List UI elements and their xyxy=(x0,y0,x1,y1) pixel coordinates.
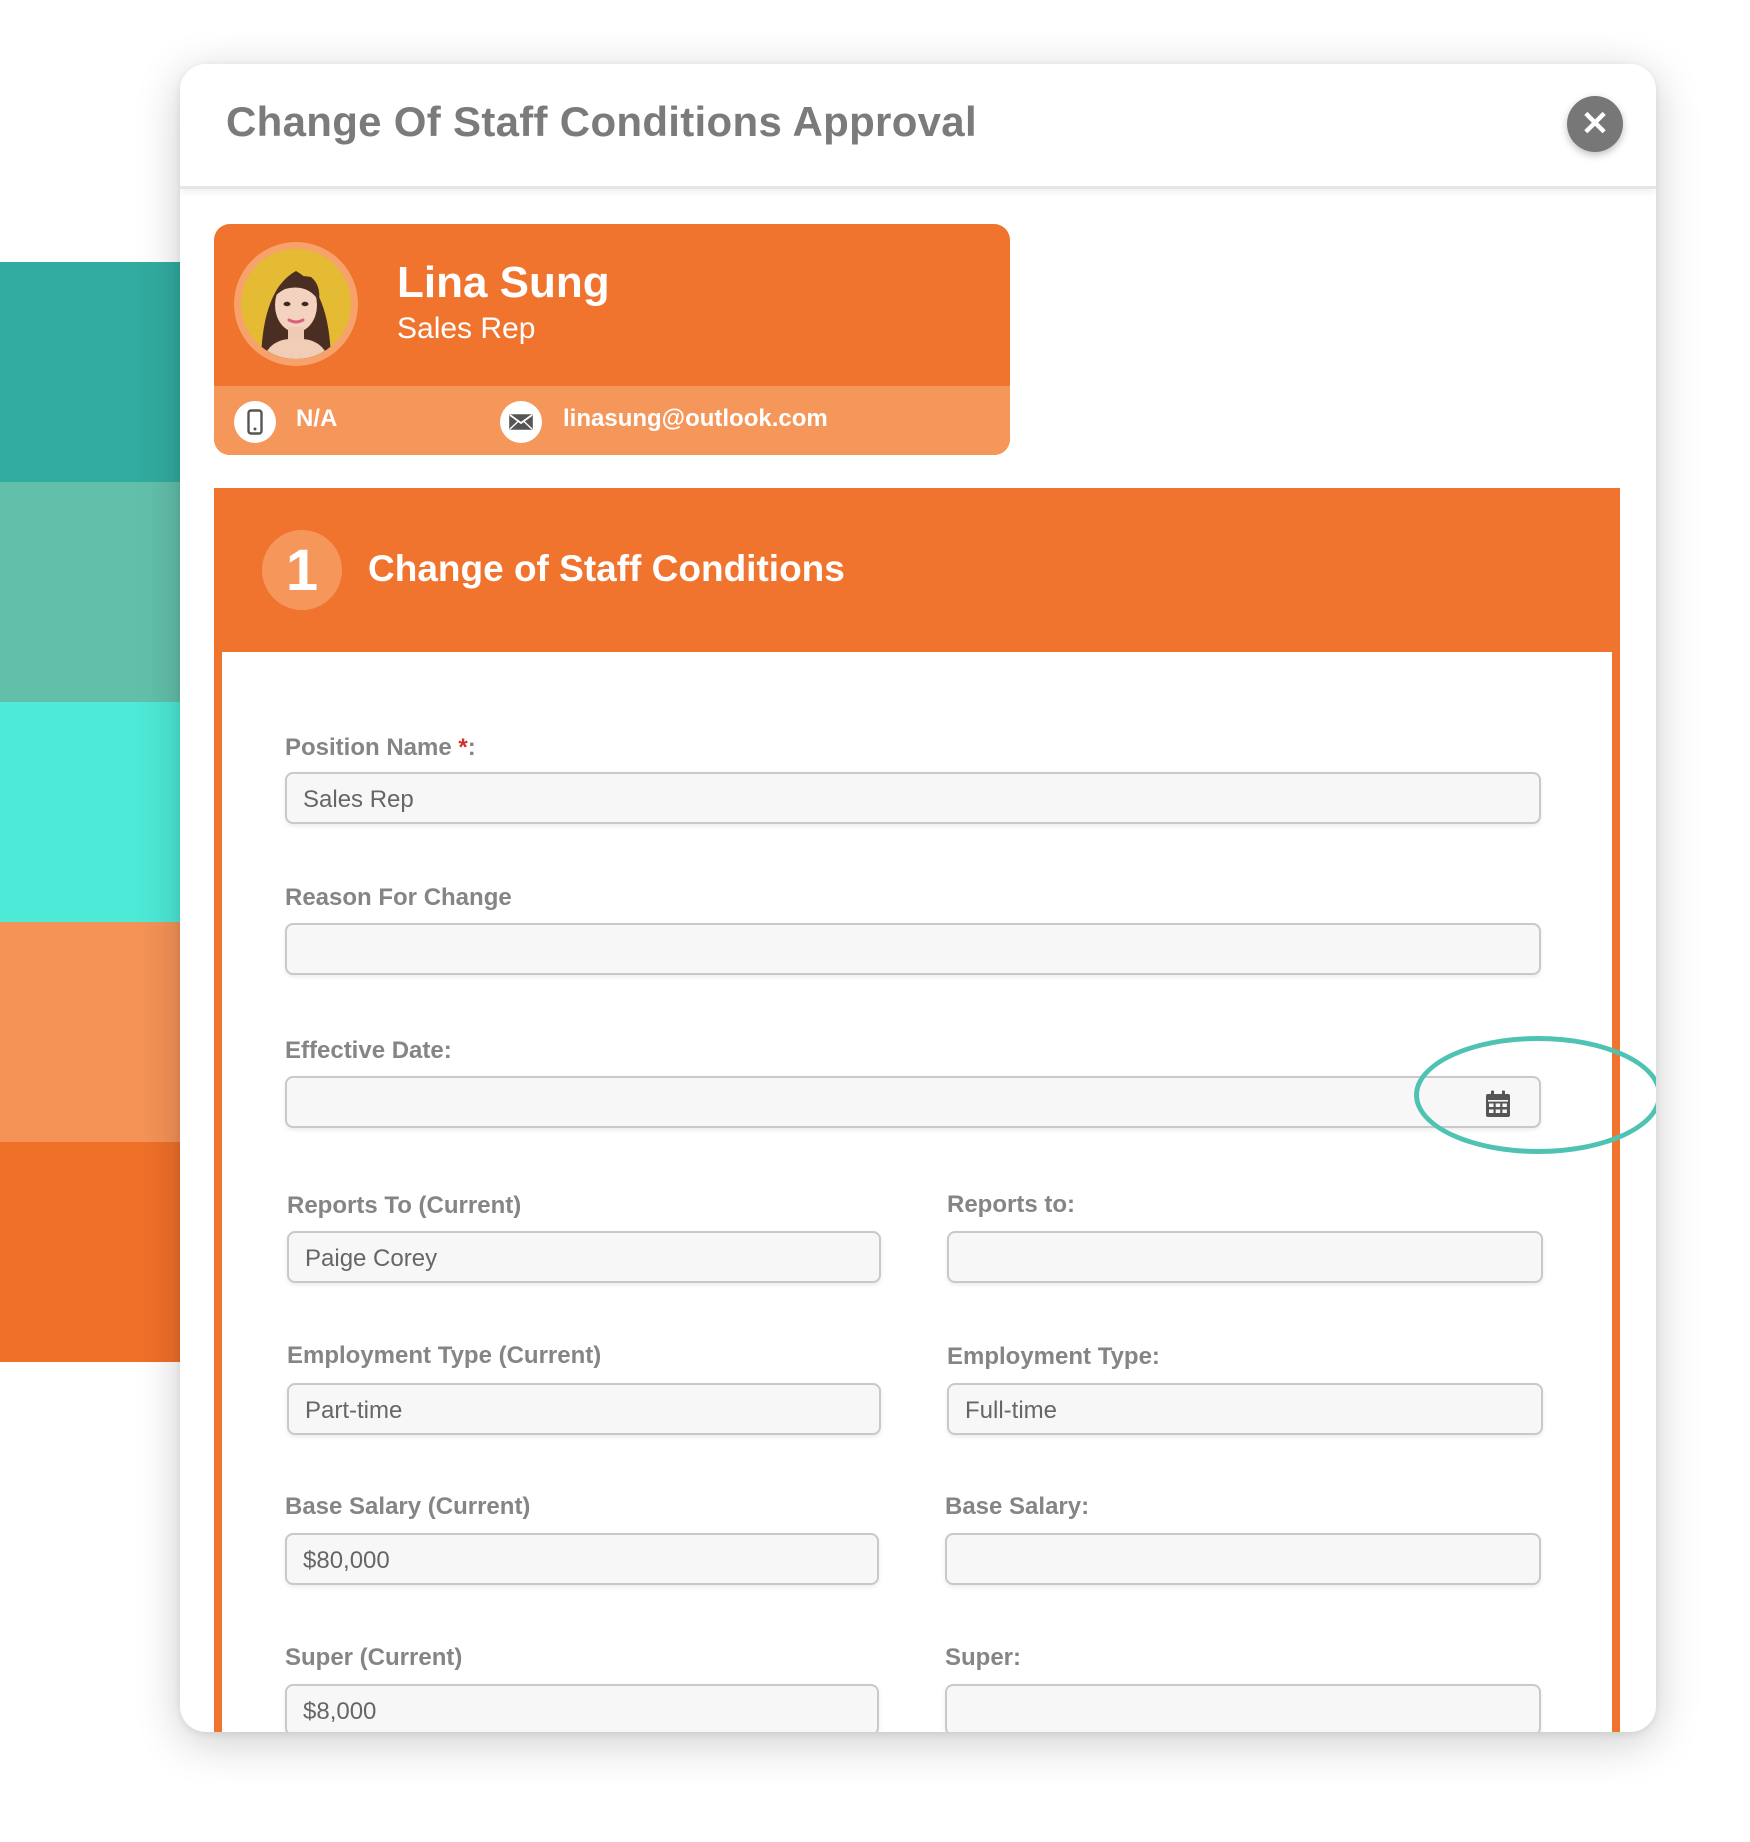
reports-to-current-input[interactable]: Paige Corey xyxy=(287,1231,881,1283)
super-input[interactable] xyxy=(945,1684,1541,1732)
staff-conditions-section: 1 Change of Staff Conditions Position Na… xyxy=(214,488,1656,1732)
section-title: Change of Staff Conditions xyxy=(368,548,845,589)
profile-phone: N/A xyxy=(296,405,338,432)
step-number: 1 xyxy=(262,530,342,610)
mobile-phone-icon xyxy=(234,401,276,443)
employment-type-input[interactable]: Full-time xyxy=(947,1383,1543,1435)
stripe-teal-mid xyxy=(0,482,180,702)
profile-card: Lina Sung Sales Rep N/A linasung@outlook… xyxy=(214,224,1010,455)
position-name-label: Position Name *: xyxy=(285,734,476,761)
avatar xyxy=(234,242,358,366)
contact-bar: N/A linasung@outlook.com xyxy=(214,386,1010,455)
base-salary-input[interactable] xyxy=(945,1533,1541,1585)
employment-type-label: Employment Type: xyxy=(947,1343,1160,1370)
stripe-aqua xyxy=(0,702,180,922)
close-icon: ✕ xyxy=(1580,105,1610,143)
close-button[interactable]: ✕ xyxy=(1567,96,1623,152)
approval-modal: Change Of Staff Conditions Approval ✕ Li… xyxy=(180,64,1656,1732)
section-form: Position Name *: Sales Rep Reason For Ch… xyxy=(222,652,1656,1732)
reports-to-current-label: Reports To (Current) xyxy=(287,1192,522,1219)
reason-for-change-label: Reason For Change xyxy=(285,884,512,911)
section-header: 1 Change of Staff Conditions xyxy=(214,488,1620,652)
effective-date-label: Effective Date: xyxy=(285,1037,452,1064)
employment-type-current-input[interactable]: Part-time xyxy=(287,1383,881,1435)
decorative-color-stripes xyxy=(0,262,180,1362)
base-salary-current-label: Base Salary (Current) xyxy=(285,1493,531,1520)
employment-type-current-label: Employment Type (Current) xyxy=(287,1342,602,1369)
super-current-label: Super (Current) xyxy=(285,1644,463,1671)
modal-title: Change Of Staff Conditions Approval xyxy=(226,98,977,145)
modal-header: Change Of Staff Conditions Approval ✕ xyxy=(180,64,1656,189)
stripe-teal-dark xyxy=(0,262,180,482)
calendar-icon[interactable] xyxy=(1485,1090,1511,1118)
position-name-input[interactable]: Sales Rep xyxy=(285,772,1541,824)
profile-role: Sales Rep xyxy=(397,312,536,345)
base-salary-current-input[interactable]: $80,000 xyxy=(285,1533,879,1585)
base-salary-label: Base Salary: xyxy=(945,1493,1090,1520)
envelope-icon xyxy=(500,401,542,443)
avatar-photo xyxy=(241,249,351,359)
super-label: Super: xyxy=(945,1644,1022,1671)
profile-email[interactable]: linasung@outlook.com xyxy=(563,405,828,433)
effective-date-input[interactable] xyxy=(285,1076,1541,1128)
stripe-orange xyxy=(0,1142,180,1362)
profile-name: Lina Sung xyxy=(397,258,610,307)
super-current-input[interactable]: $8,000 xyxy=(285,1684,879,1732)
stripe-orange-light xyxy=(0,922,180,1142)
reports-to-label: Reports to: xyxy=(947,1191,1075,1218)
required-mark: * xyxy=(458,734,468,761)
reports-to-input[interactable] xyxy=(947,1231,1543,1283)
reason-for-change-input[interactable] xyxy=(285,923,1541,975)
